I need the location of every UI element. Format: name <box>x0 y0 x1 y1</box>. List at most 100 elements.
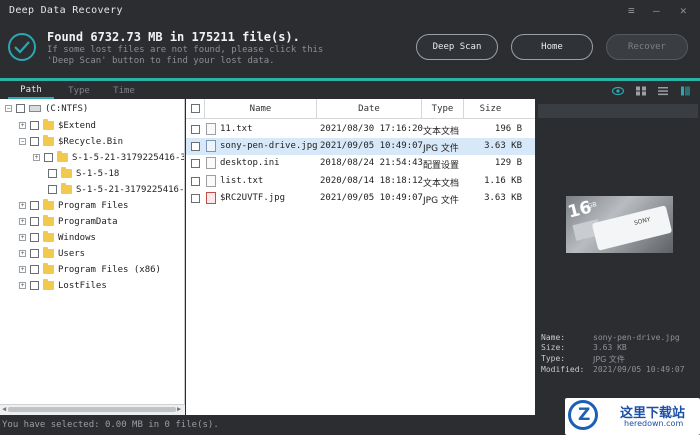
tree-label: (C:NTFS) <box>45 103 89 114</box>
expand-icon[interactable]: + <box>19 250 26 257</box>
expand-icon[interactable]: + <box>19 202 26 209</box>
checkbox[interactable] <box>30 137 39 146</box>
checkbox[interactable] <box>191 125 200 134</box>
meta-size-label: Size: <box>541 343 566 352</box>
detail-view-icon[interactable] <box>679 86 691 96</box>
checkbox[interactable] <box>30 217 39 226</box>
file-list: Name Date Type Size 11.txt 2021/08/30 17… <box>186 99 535 415</box>
folder-icon <box>43 215 54 226</box>
meta-modified-value: 2021/09/05 10:49:07 <box>593 365 685 374</box>
checkbox[interactable] <box>30 265 39 274</box>
tab-time[interactable]: Time <box>107 83 141 99</box>
column-date[interactable]: Date <box>316 99 421 119</box>
expand-icon[interactable]: + <box>19 218 26 225</box>
checkbox[interactable] <box>30 281 39 290</box>
select-all-checkbox[interactable] <box>191 104 200 113</box>
expand-icon[interactable]: + <box>33 154 40 161</box>
file-type: 配置设置 <box>423 161 460 171</box>
checkbox[interactable] <box>30 201 39 210</box>
checkbox[interactable] <box>191 142 200 151</box>
expand-icon[interactable]: + <box>19 266 26 273</box>
tree-label: $Extend <box>58 120 96 131</box>
column-size[interactable]: Size <box>463 99 517 119</box>
file-date: 2018/08/24 21:54:43 <box>320 158 423 168</box>
folder-icon <box>43 199 54 210</box>
scroll-right-icon[interactable]: ▶ <box>177 405 181 413</box>
tree-item-windows[interactable]: + Windows <box>0 230 184 245</box>
expand-icon[interactable]: + <box>19 234 26 241</box>
preview-eye-icon[interactable] <box>612 86 624 96</box>
column-name[interactable]: Name <box>204 99 316 119</box>
tree-item-recycle-bin[interactable]: − $Recycle.Bin <box>0 134 184 149</box>
scroll-left-icon[interactable]: ◀ <box>2 405 6 413</box>
tree-scroll-thumb[interactable] <box>8 407 176 412</box>
watermark-logo-letter: Z <box>578 405 591 425</box>
file-type: 文本文档 <box>423 179 460 189</box>
meta-name-value: sony-pen-drive.jpg <box>593 333 680 342</box>
file-size: 3.63 KB <box>484 141 522 151</box>
column-type[interactable]: Type <box>421 99 463 119</box>
folder-icon <box>43 247 54 258</box>
tree-label: Program Files <box>58 200 129 211</box>
expand-icon[interactable]: + <box>19 122 26 129</box>
table-row[interactable]: sony-pen-drive.jpg 2021/09/05 10:49:07 J… <box>186 138 535 155</box>
expand-icon[interactable]: + <box>19 282 26 289</box>
text-file-icon <box>206 123 216 135</box>
checkbox[interactable] <box>30 121 39 130</box>
tree-item-programdata[interactable]: + ProgramData <box>0 214 184 229</box>
file-name: sony-pen-drive.jpg <box>220 141 318 151</box>
tab-path[interactable]: Path <box>8 83 54 99</box>
tree-label: S-1-5-18 <box>76 168 120 179</box>
file-name: desktop.ini <box>220 158 280 168</box>
scan-progress-bar <box>0 78 700 81</box>
folder-tree: − (C:NTFS) + $Extend − $Recycle.Bin + S-… <box>0 99 185 415</box>
checkbox[interactable] <box>191 177 200 186</box>
tree-item-program-files-x86[interactable]: + Program Files (x86) <box>0 262 184 277</box>
table-row[interactable]: list.txt 2020/08/14 18:18:12 文本文档 1.16 K… <box>186 173 535 190</box>
tree-item-extend[interactable]: + $Extend <box>0 118 184 133</box>
recover-button[interactable]: Recover <box>606 34 688 60</box>
watermark-en-text: heredown.com <box>624 419 684 428</box>
file-date: 2021/09/05 10:49:07 <box>320 141 423 151</box>
checkbox[interactable] <box>48 169 57 178</box>
tree-item-sid-18[interactable]: S-1-5-18 <box>0 166 184 181</box>
checkbox[interactable] <box>48 185 57 194</box>
file-list-header: Name Date Type Size <box>186 99 535 119</box>
tree-label: $Recycle.Bin <box>58 136 124 147</box>
table-row[interactable]: $RC2UVTF.jpg 2021/09/05 10:49:07 JPG 文件 … <box>186 190 535 207</box>
collapse-icon[interactable]: − <box>19 138 26 145</box>
tree-label: S-1-5-21-3179225416-36 <box>76 184 185 195</box>
checkbox[interactable] <box>191 194 200 203</box>
tree-root[interactable]: − (C:NTFS) <box>0 101 184 116</box>
tab-type[interactable]: Type <box>60 83 98 99</box>
file-size: 196 B <box>494 124 522 134</box>
home-button[interactable]: Home <box>511 34 593 60</box>
folder-icon <box>43 119 54 130</box>
table-row[interactable]: desktop.ini 2018/08/24 21:54:43 配置设置 129… <box>186 155 535 172</box>
menu-icon[interactable]: ≡ <box>628 4 635 17</box>
tree-item-program-files[interactable]: + Program Files <box>0 198 184 213</box>
watermark-logo-icon: Z <box>568 400 598 430</box>
checkbox[interactable] <box>30 233 39 242</box>
settings-file-icon <box>206 157 216 169</box>
table-row[interactable]: 11.txt 2021/08/30 17:16:20 文本文档 196 B <box>186 121 535 138</box>
minimize-icon[interactable]: — <box>653 4 660 17</box>
list-view-icon[interactable] <box>657 86 669 96</box>
tree-item-users[interactable]: + Users <box>0 246 184 261</box>
collapse-icon[interactable]: − <box>5 105 12 112</box>
checkbox[interactable] <box>30 249 39 258</box>
preview-image: 16 SONY GB <box>566 196 673 253</box>
tree-label: ProgramData <box>58 216 118 227</box>
tree-item-sid-2[interactable]: S-1-5-21-3179225416-36 <box>0 182 185 197</box>
hint-line-2: 'Deep Scan' button to find your lost dat… <box>47 56 275 66</box>
tree-item-sid-1[interactable]: + S-1-5-21-3179225416-36 <box>0 150 184 165</box>
deep-scan-button[interactable]: Deep Scan <box>416 34 498 60</box>
close-icon[interactable]: ✕ <box>680 4 687 17</box>
tree-item-lostfiles[interactable]: + LostFiles <box>0 278 184 293</box>
checkbox[interactable] <box>16 104 25 113</box>
checkbox[interactable] <box>191 159 200 168</box>
image-capacity-text: 16 <box>566 197 594 223</box>
grid-view-icon[interactable] <box>635 86 647 96</box>
usb-body <box>591 205 673 251</box>
checkbox[interactable] <box>44 153 53 162</box>
